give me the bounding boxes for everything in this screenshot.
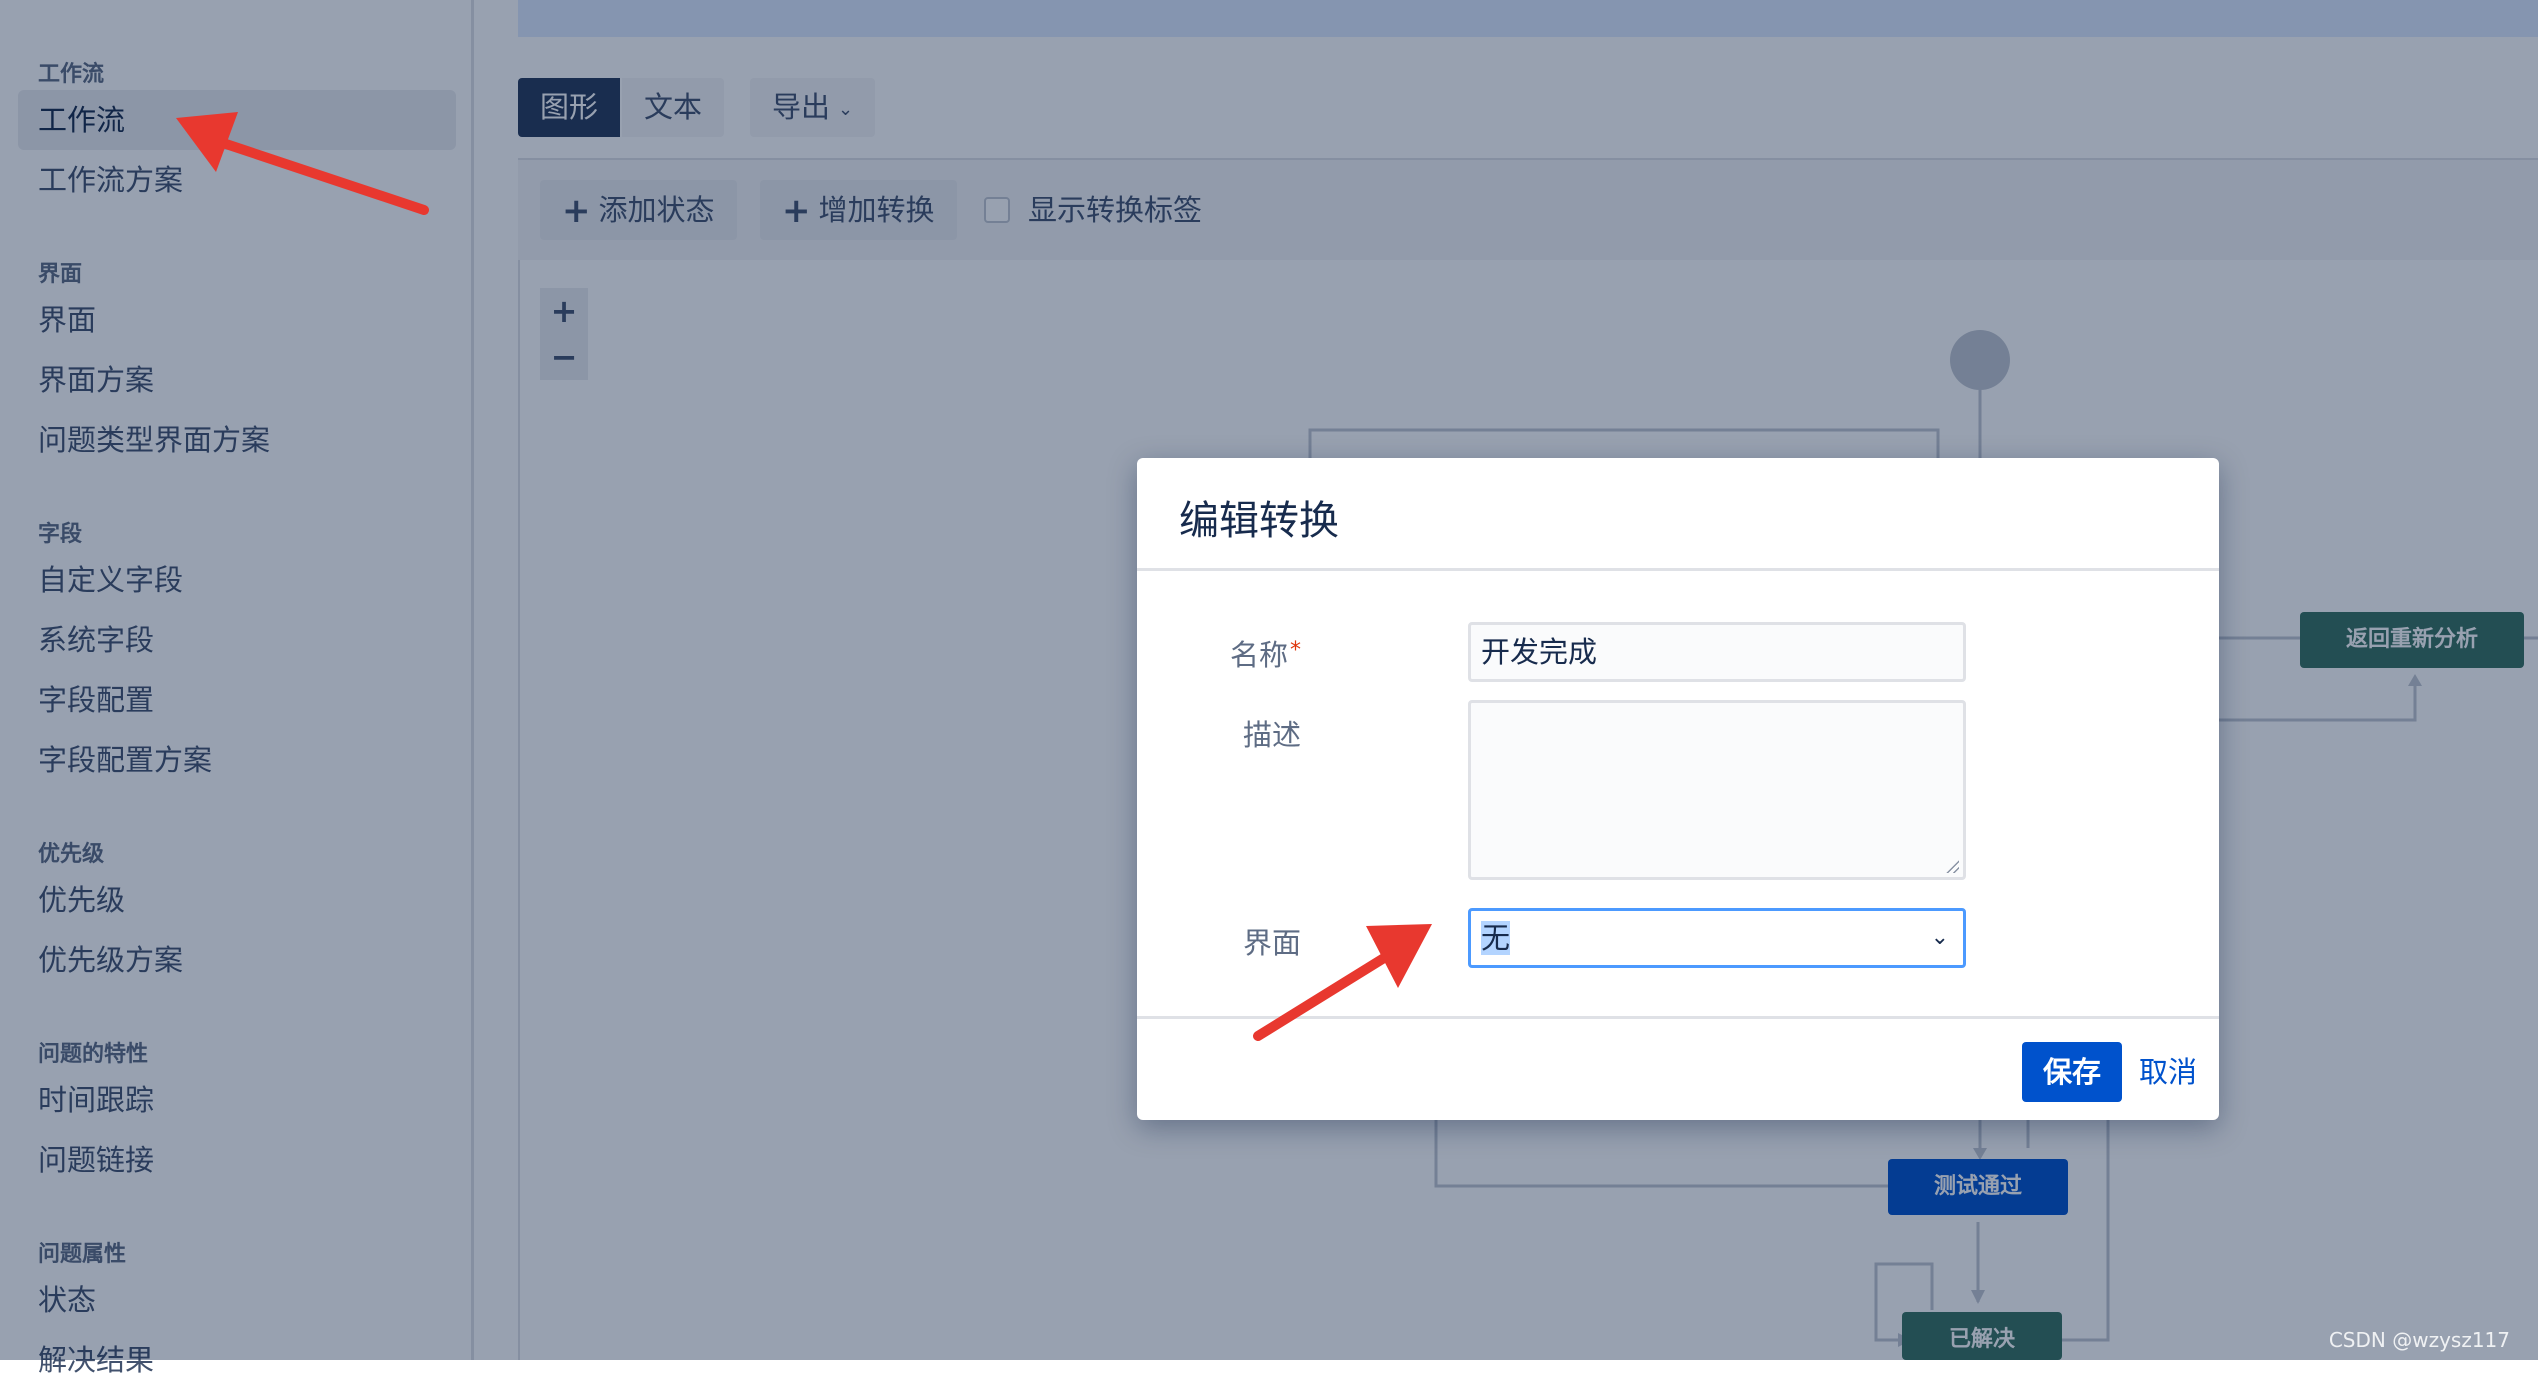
name-label-text: 名称 (1229, 638, 1288, 672)
required-marker: * (1290, 638, 1301, 663)
dialog-title: 编辑转换 (1179, 498, 1339, 544)
cancel-link[interactable]: 取消 (2139, 1042, 2197, 1102)
edit-transition-dialog: 编辑转换 名称* 开发完成 描述 界面 无 ⌄ 保存 取消 (1137, 458, 2219, 1120)
divider (1137, 1016, 2219, 1019)
divider (1137, 568, 2219, 571)
watermark: CSDN @wzysz117 (2328, 1328, 2510, 1352)
description-field-label: 描述 (1242, 718, 1301, 752)
resize-handle-icon[interactable] (1945, 859, 1959, 873)
chevron-down-icon: ⌄ (1930, 925, 1949, 950)
name-field-label: 名称* (1141, 632, 1301, 674)
description-textarea[interactable] (1468, 700, 1966, 880)
screen-select[interactable]: 无 ⌄ (1468, 908, 1966, 968)
screen-field-label: 界面 (1242, 926, 1301, 960)
screen-selected-value: 无 (1481, 921, 1511, 955)
name-input[interactable]: 开发完成 (1468, 622, 1966, 682)
save-button[interactable]: 保存 (2022, 1042, 2122, 1102)
